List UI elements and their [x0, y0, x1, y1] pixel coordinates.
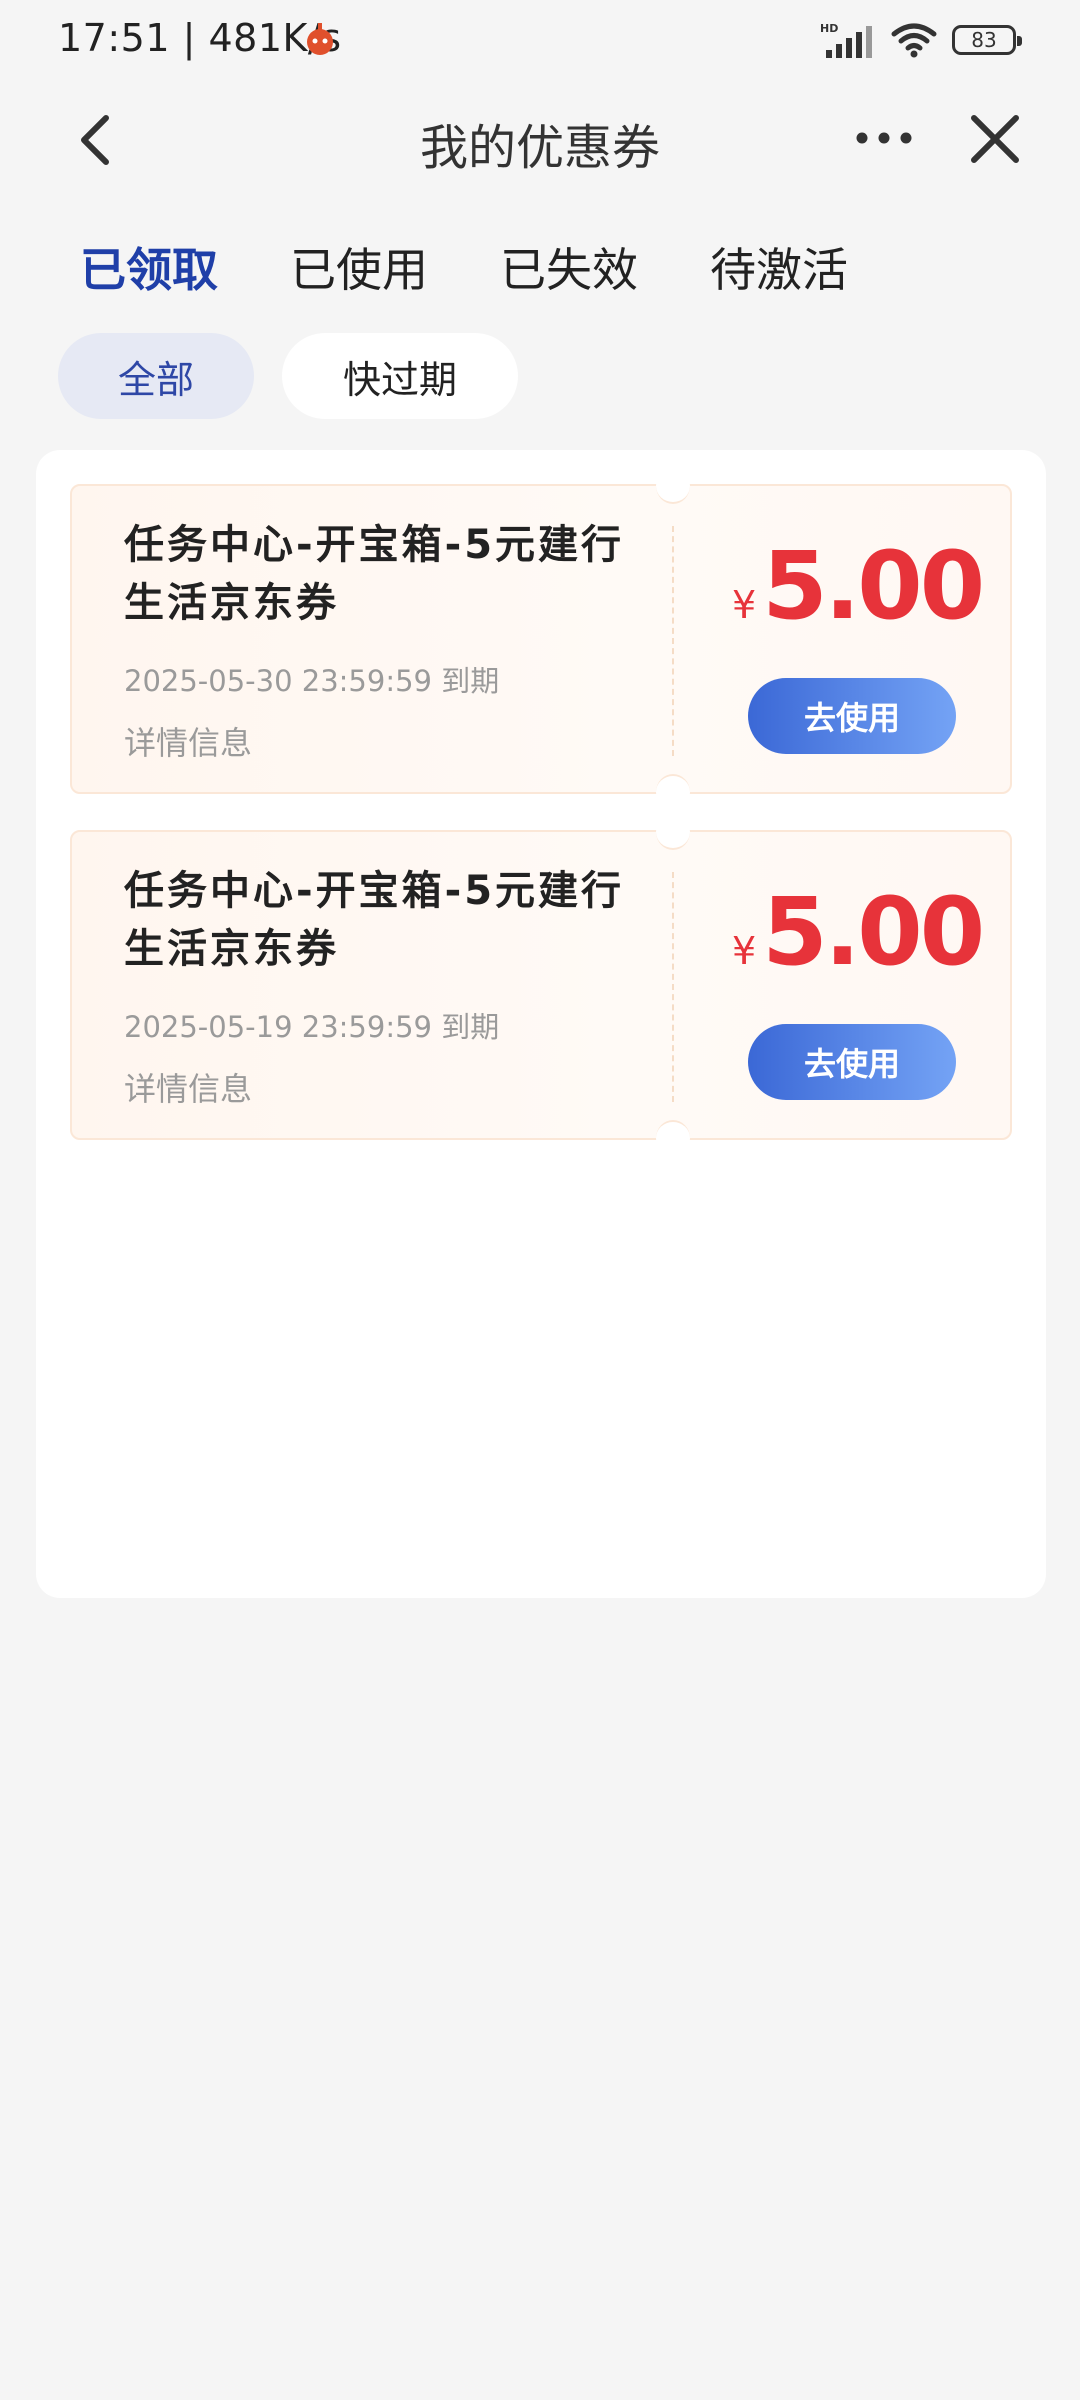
filter-all-chip[interactable]: 全部: [58, 333, 254, 419]
more-options-icon[interactable]: [852, 110, 916, 166]
coupon-status-tabs: 已领取 已使用 已失效 待激活: [80, 234, 848, 300]
coupon-details-link[interactable]: 详情信息: [124, 1064, 252, 1110]
tab-pending-activation[interactable]: 待激活: [710, 234, 848, 300]
tab-expired[interactable]: 已失效: [500, 234, 638, 300]
close-icon[interactable]: [964, 108, 1026, 170]
nav-bar: 我的优惠券: [0, 90, 1080, 190]
app-notification-icon: [307, 23, 333, 55]
coupon-card[interactable]: 任务中心-开宝箱-5元建行生活京东券 2025-05-19 23:59:59 到…: [70, 814, 1012, 1156]
coupon-card[interactable]: 任务中心-开宝箱-5元建行生活京东券 2025-05-30 23:59:59 到…: [70, 468, 1012, 810]
use-coupon-button[interactable]: 去使用: [748, 678, 956, 754]
currency-symbol: ¥: [732, 929, 757, 973]
coupon-expiry: 2025-05-30 23:59:59 到期: [124, 664, 500, 698]
coupon-details-link[interactable]: 详情信息: [124, 718, 252, 764]
coupon-expiry: 2025-05-19 23:59:59 到期: [124, 1010, 500, 1044]
coupon-amount: ¥5.00: [732, 532, 985, 641]
ticket-divider: [672, 872, 674, 1102]
status-time: 17:51 | 481K/s: [58, 16, 342, 60]
filter-expiring-chip[interactable]: 快过期: [282, 333, 518, 419]
coupon-title: 任务中心-开宝箱-5元建行生活京东券: [124, 868, 625, 972]
ticket-notch: [656, 1120, 690, 1156]
coupon-list-panel: 任务中心-开宝箱-5元建行生活京东券 2025-05-30 23:59:59 到…: [36, 450, 1046, 1598]
coupon-amount: ¥5.00: [732, 878, 985, 987]
status-bar: 17:51 | 481K/s HD 83: [0, 0, 1080, 78]
use-coupon-button[interactable]: 去使用: [748, 1024, 956, 1100]
cellular-signal-icon: HD: [820, 22, 872, 58]
filter-chips: 全部 快过期: [58, 333, 518, 419]
battery-indicator: 83: [952, 25, 1022, 55]
currency-symbol: ¥: [732, 583, 757, 627]
ticket-divider: [672, 526, 674, 756]
tab-used[interactable]: 已使用: [290, 234, 428, 300]
tab-received[interactable]: 已领取: [80, 234, 218, 300]
battery-level: 83: [971, 28, 997, 52]
time-text: 17:51: [58, 16, 171, 60]
network-type-label: HD: [820, 22, 838, 35]
wifi-icon: [891, 23, 937, 58]
coupon-title: 任务中心-开宝箱-5元建行生活京东券: [124, 522, 625, 626]
amount-value: 5.00: [762, 878, 985, 987]
page-title: 我的优惠券: [419, 120, 660, 176]
amount-value: 5.00: [762, 532, 985, 641]
ticket-notch: [656, 468, 690, 504]
ticket-notch: [656, 814, 690, 850]
ticket-notch: [656, 774, 690, 810]
